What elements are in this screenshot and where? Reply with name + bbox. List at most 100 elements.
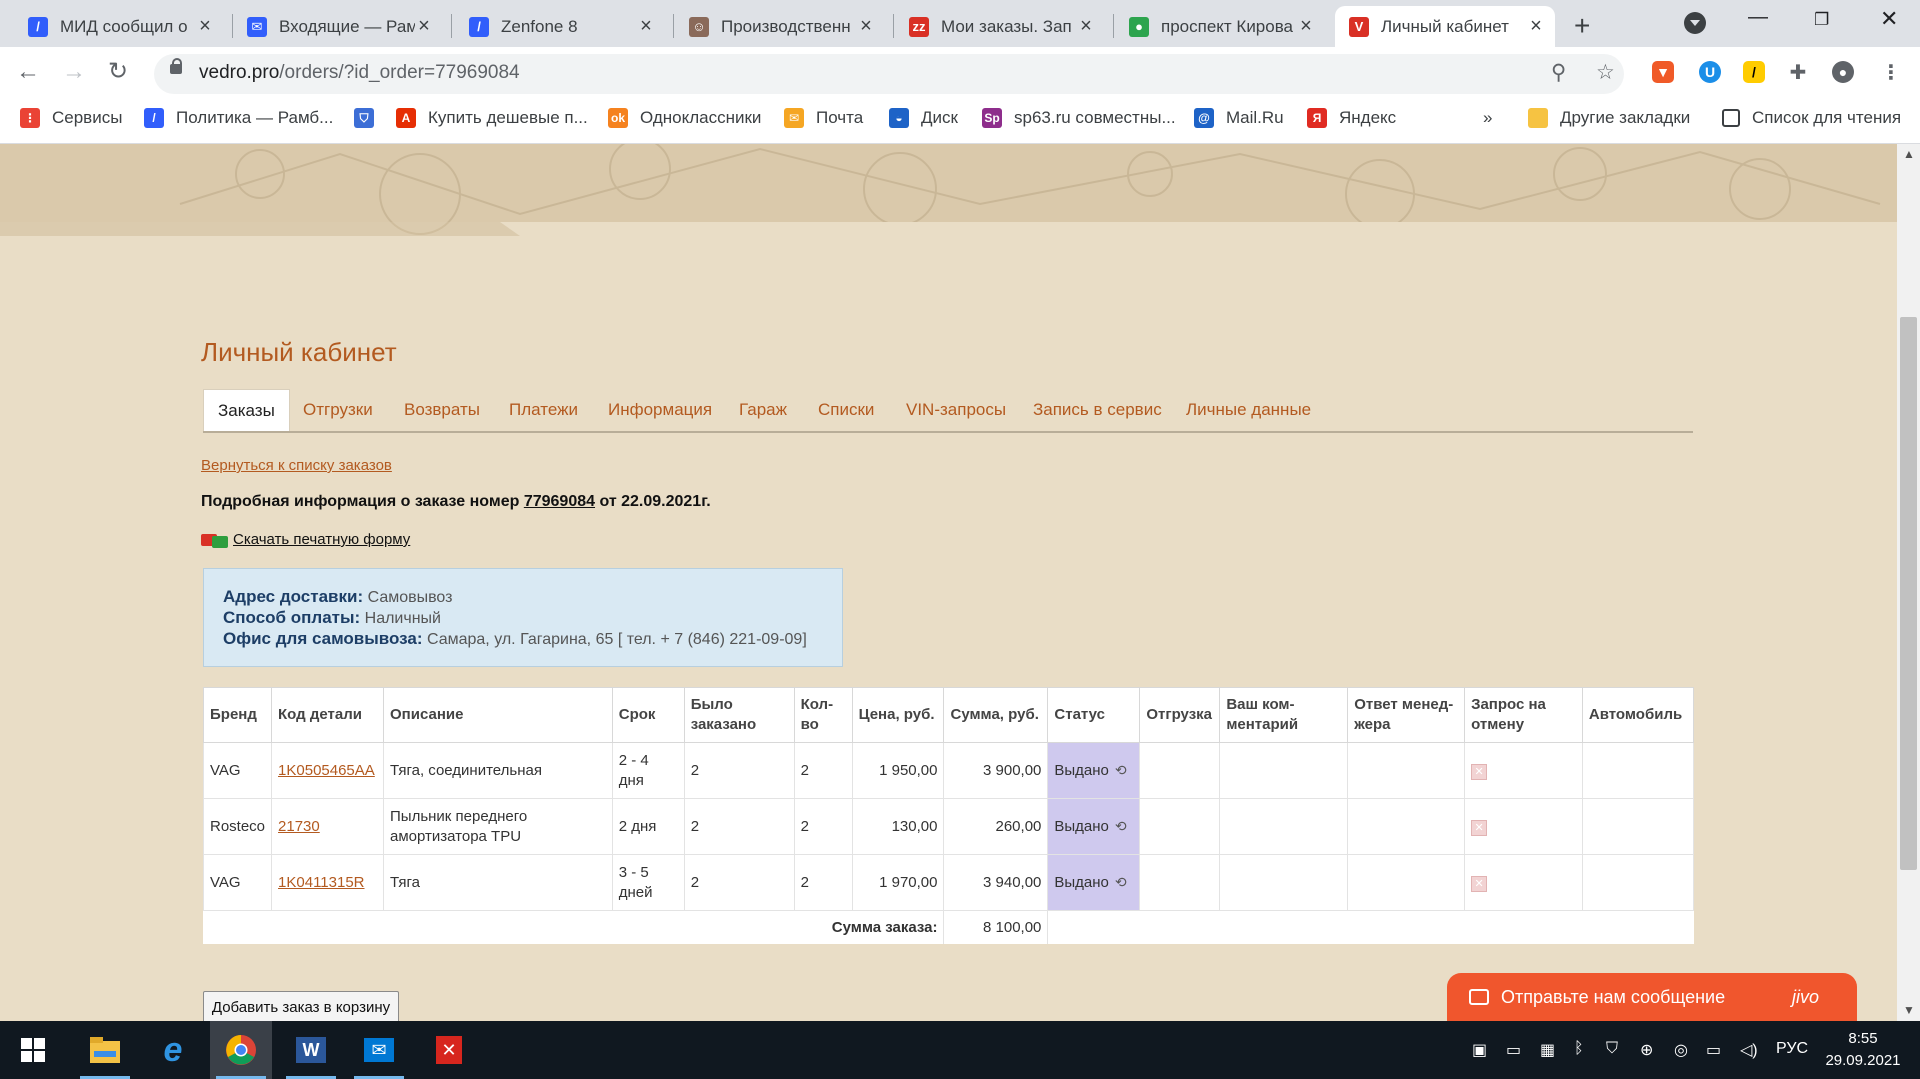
browser-tab-title[interactable]: МИД сообщил о <box>60 17 196 37</box>
start-icon[interactable] <box>2 1021 64 1079</box>
history-icon[interactable]: ⟲ <box>1115 760 1127 780</box>
url-text[interactable]: vedro.pro/orders/?id_order=77969084 <box>199 62 520 84</box>
bookmark-label[interactable]: Яндекс <box>1339 108 1396 128</box>
restore-icon[interactable]: ❐ <box>1814 10 1829 30</box>
browser-tab-title[interactable]: Мои заказы. Зап <box>941 17 1077 37</box>
bookmarks-more-icon[interactable]: » <box>1483 108 1492 128</box>
cabinet-tab[interactable]: Информация <box>608 389 712 431</box>
browser-tab[interactable]: V Личный кабинет × <box>1335 6 1555 47</box>
close-tab-icon[interactable]: × <box>637 15 655 38</box>
cabinet-tab[interactable]: Гараж <box>739 389 787 431</box>
bookmark-label[interactable]: Одноклассники <box>640 108 761 128</box>
scrollbar-thumb[interactable] <box>1900 317 1917 870</box>
browser-tab-title[interactable]: Входящие — Рам <box>279 17 415 37</box>
browser-tab[interactable]: / МИД сообщил о × <box>14 6 224 47</box>
bookmark-label[interactable]: Сервисы <box>52 108 122 128</box>
back-to-orders-link[interactable]: Вернуться к списку заказов <box>201 457 392 474</box>
comment-cell[interactable] <box>1219 798 1349 855</box>
add-order-to-cart-button[interactable]: Добавить заказ в корзину <box>203 991 399 1021</box>
shield-extension-icon[interactable]: U <box>1699 61 1721 83</box>
internet-explorer-icon[interactable]: e <box>142 1021 204 1079</box>
file-explorer-icon[interactable] <box>74 1021 136 1079</box>
close-window-icon[interactable]: ✕ <box>1880 6 1898 32</box>
viber-icon[interactable]: ◎ <box>1674 1040 1688 1060</box>
browser-tab[interactable]: zz Мои заказы. Зап × <box>895 6 1105 47</box>
close-tab-icon[interactable]: × <box>1077 15 1095 38</box>
bookmark-item[interactable]: A Купить дешевые п... <box>396 108 588 128</box>
comment-cell[interactable] <box>1219 742 1349 799</box>
chrome-icon[interactable] <box>210 1021 272 1079</box>
browser-tab-title[interactable]: Личный кабинет <box>1381 17 1527 37</box>
bookmark-star-icon[interactable]: ☆ <box>1596 60 1615 85</box>
acrobat-icon[interactable]: ✕ <box>418 1021 480 1079</box>
bookmark-item[interactable]: ◒ Диск <box>889 108 958 128</box>
back-icon[interactable]: ← <box>16 58 40 86</box>
history-icon[interactable]: ⟲ <box>1115 816 1127 836</box>
mail-icon[interactable]: ✉ <box>348 1021 410 1079</box>
bookmark-item[interactable]: ⛉ <box>354 108 386 128</box>
comment-cell[interactable] <box>1219 854 1349 911</box>
forward-icon[interactable]: → <box>62 58 86 86</box>
part-code-link[interactable]: 1K0411315R <box>278 874 364 891</box>
browser-tab-title[interactable]: Zenfone 8 <box>501 17 637 37</box>
scroll-up-arrow-icon[interactable]: ▲ <box>1903 147 1915 161</box>
bookmark-item[interactable]: ok Одноклассники <box>608 108 761 128</box>
device-tray-icon[interactable]: ▭ <box>1506 1040 1521 1060</box>
download-print-form-label[interactable]: Скачать печатную форму <box>233 531 410 548</box>
scroll-down-arrow-icon[interactable]: ▼ <box>1903 1003 1915 1017</box>
volume-icon[interactable]: ◁) <box>1740 1040 1758 1060</box>
network-icon[interactable]: ⊕ <box>1640 1040 1653 1060</box>
close-tab-icon[interactable]: × <box>415 15 433 38</box>
bookmark-label[interactable]: sp63.ru совместны... <box>1014 108 1176 128</box>
jivo-chat-widget[interactable]: Отправьте нам сообщение jivo <box>1447 973 1857 1021</box>
bookmark-item[interactable]: Sp sp63.ru совместны... <box>982 108 1176 128</box>
new-tab-button[interactable]: + <box>1574 10 1590 42</box>
cabinet-tab[interactable]: VIN-запросы <box>906 389 1006 431</box>
browser-tab[interactable]: / Zenfone 8 × <box>455 6 665 47</box>
bookmark-label[interactable]: Купить дешевые п... <box>428 108 588 128</box>
bookmark-label[interactable]: Диск <box>921 108 958 128</box>
zoom-icon[interactable]: ⚲ <box>1551 60 1566 85</box>
tab-search-icon[interactable] <box>1684 12 1706 34</box>
word-icon[interactable]: W <box>280 1021 342 1079</box>
cabinet-tab[interactable]: Платежи <box>509 389 578 431</box>
extensions-puzzle-icon[interactable]: ✚ <box>1787 61 1809 84</box>
gift-tray-icon[interactable]: ▦ <box>1540 1040 1555 1060</box>
bookmark-label[interactable]: Политика — Рамб... <box>176 108 333 128</box>
close-tab-icon[interactable]: × <box>1297 15 1315 38</box>
cabinet-tab[interactable]: Запись в сервис <box>1033 389 1162 431</box>
cancel-request-icon[interactable]: ✕ <box>1471 875 1488 892</box>
cabinet-tab[interactable]: Заказы <box>203 389 290 431</box>
order-number-link[interactable]: 77969084 <box>524 493 595 510</box>
lock-icon[interactable] <box>170 58 182 74</box>
menu-kebab-icon[interactable]: ⋮ <box>1880 61 1902 84</box>
cabinet-tab[interactable]: Возвраты <box>404 389 480 431</box>
defender-tray-icon[interactable]: ⛉ <box>1606 1040 1618 1058</box>
browser-tab-title[interactable]: Производственн <box>721 17 857 37</box>
cabinet-tab[interactable]: Личные данные <box>1186 389 1311 431</box>
part-code-link[interactable]: 21730 <box>278 818 320 835</box>
bookmark-item[interactable]: / Политика — Рамб... <box>144 108 333 128</box>
other-bookmarks[interactable]: Другие закладки <box>1528 108 1690 128</box>
reading-list[interactable]: Список для чтения <box>1722 108 1901 128</box>
battery-icon[interactable]: ▭ <box>1706 1040 1721 1060</box>
bookmark-item[interactable]: ✉ Почта <box>784 108 863 128</box>
reload-icon[interactable]: ↻ <box>108 57 128 86</box>
security-tray-icon[interactable]: ▣ <box>1472 1040 1487 1060</box>
cabinet-tab[interactable]: Списки <box>818 389 874 431</box>
language-indicator[interactable]: РУС <box>1776 1040 1808 1058</box>
close-tab-icon[interactable]: × <box>196 15 214 38</box>
yandex-extension-icon[interactable]: / <box>1743 61 1765 83</box>
close-tab-icon[interactable]: × <box>857 15 875 38</box>
history-icon[interactable]: ⟲ <box>1115 872 1127 892</box>
brave-extension-icon[interactable]: ▼ <box>1652 61 1674 83</box>
browser-tab[interactable]: ☺ Производственн × <box>675 6 885 47</box>
browser-tab[interactable]: ● проспект Кирова × <box>1115 6 1325 47</box>
bookmark-label[interactable]: Почта <box>816 108 863 128</box>
cancel-request-icon[interactable]: ✕ <box>1471 819 1488 836</box>
minimize-icon[interactable]: — <box>1748 6 1768 29</box>
cabinet-tab[interactable]: Отгрузки <box>303 389 373 431</box>
chat-label[interactable]: Отправьте нам сообщение <box>1501 987 1725 1008</box>
bluetooth-icon[interactable]: ᛒ <box>1574 1040 1584 1058</box>
browser-tab[interactable]: ✉ Входящие — Рам × <box>233 6 443 47</box>
